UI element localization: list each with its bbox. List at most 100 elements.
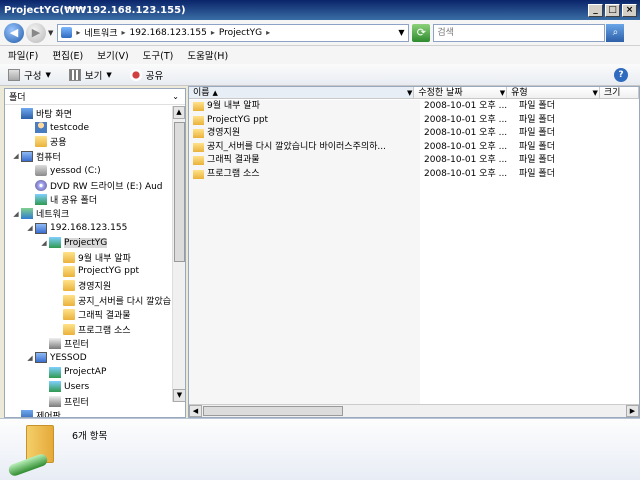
tree-item[interactable]: 공용 [5, 135, 173, 149]
tree-item[interactable]: 공지_서버를 다시 깔았습 [5, 293, 173, 307]
tree-item[interactable]: yessod (C:) [5, 164, 173, 178]
file-name-cell: 공지_서버를 다시 깔았습니다 바이러스주의하... [189, 141, 420, 155]
shared-folder-icon [49, 237, 61, 249]
breadcrumb-network[interactable]: 네트워크 [84, 26, 117, 39]
folders-label: 폴더 [9, 93, 26, 103]
close-button[interactable]: × [622, 3, 637, 17]
tree-item[interactable]: 프로그램 소스 [5, 322, 173, 336]
breadcrumb-chevron-icon[interactable]: ▸ [211, 28, 215, 37]
column-type[interactable]: 유형 ▼ [507, 87, 600, 98]
tree-item[interactable]: 프린터 [5, 394, 173, 408]
breadcrumb-folder[interactable]: ProjectYG [219, 28, 262, 38]
nav-vertical-scrollbar[interactable]: ▲ ▼ [172, 106, 185, 402]
tree-item[interactable]: Users [5, 379, 173, 393]
file-row[interactable]: 9월 내부 알파 2008-10-01 오후 ... 파일 폴더 [189, 100, 639, 114]
history-dropdown-icon[interactable]: ▼ [48, 29, 53, 37]
menu-edit[interactable]: 편집(E) [52, 48, 83, 62]
menu-tools[interactable]: 도구(T) [143, 48, 174, 62]
maximize-button[interactable]: □ [605, 3, 620, 17]
breadcrumb-chevron-icon[interactable]: ▸ [76, 28, 80, 37]
expand-arrow-icon[interactable]: ◢ [11, 152, 21, 160]
computer-icon [35, 222, 47, 234]
column-date[interactable]: 수정한 날짜 ▼ [414, 87, 508, 98]
scroll-up-icon[interactable]: ▲ [173, 106, 185, 119]
details-pane: 6개 항목 [0, 418, 640, 480]
expand-arrow-icon[interactable]: ◢ [39, 239, 49, 247]
file-row[interactable]: 그래픽 결과물 2008-10-01 오후 ... 파일 폴더 [189, 154, 639, 168]
tree-item-label: 프린터 [64, 397, 89, 408]
views-button[interactable]: 보기 ▼ [68, 68, 112, 82]
back-button[interactable]: ◀ [4, 22, 24, 43]
column-size[interactable]: 크기 [600, 87, 639, 98]
tree-item[interactable]: 9월 내부 알파 [5, 250, 173, 264]
chevron-down-icon[interactable]: ⌄ [172, 92, 179, 101]
expand-arrow-icon[interactable]: ◢ [25, 354, 35, 362]
refresh-button[interactable]: ⟳ [412, 23, 431, 42]
tree-item[interactable]: ◢ 192.168.123.155 [5, 221, 173, 235]
file-row[interactable]: 공지_서버를 다시 깔았습니다 바이러스주의하... 2008-10-01 오후 … [189, 141, 639, 155]
share-button[interactable]: 공유 [129, 68, 163, 82]
tree-item-label: 컴퓨터 [36, 152, 61, 163]
tree-item[interactable]: 제어판 [5, 408, 173, 417]
expand-arrow-icon[interactable]: ◢ [11, 210, 21, 218]
forward-button[interactable]: ▶ [26, 22, 46, 43]
tree-item[interactable]: ◢ ProjectYG [5, 236, 173, 250]
scroll-thumb[interactable] [203, 406, 343, 416]
folders-header[interactable]: 폴더 ⌄ [5, 89, 185, 105]
tree-item[interactable]: 바탕 화면 [5, 106, 173, 120]
tree-item-label: YESSOD [50, 352, 87, 363]
tree-item[interactable]: 경영지원 [5, 279, 173, 293]
scroll-left-icon[interactable]: ◀ [189, 405, 202, 417]
list-horizontal-scrollbar[interactable]: ◀ ▶ [189, 404, 639, 417]
file-date: 2008-10-01 오후 ... [424, 114, 508, 125]
tree-item[interactable]: ProjectAP [5, 365, 173, 379]
address-bar[interactable]: ▸ 네트워크 ▸ 192.168.123.155 ▸ ProjectYG ▸ ▼ [57, 23, 410, 42]
scroll-down-icon[interactable]: ▼ [173, 389, 185, 402]
folder-icon [63, 280, 75, 292]
tree-item[interactable]: ◢ 컴퓨터 [5, 149, 173, 163]
scroll-thumb[interactable] [174, 122, 185, 262]
organize-icon [8, 68, 20, 81]
breadcrumb-chevron-icon[interactable]: ▸ [266, 28, 270, 37]
tree-item[interactable]: ◢ YESSOD [5, 351, 173, 365]
tree-item[interactable]: 내 공유 폴더 [5, 192, 173, 206]
column-name[interactable]: 이름 ▲ ▼ [189, 87, 415, 98]
file-name: ProjectYG ppt [207, 114, 269, 125]
column-filter-icon[interactable]: ▼ [592, 87, 597, 98]
tree-item[interactable]: 프린터 [5, 336, 173, 350]
menu-file[interactable]: 파일(F) [8, 48, 38, 62]
control-panel-icon [21, 409, 33, 417]
file-row[interactable]: 프로그램 소스 2008-10-01 오후 ... 파일 폴더 [189, 168, 639, 182]
menu-help[interactable]: 도움말(H) [187, 48, 228, 62]
address-dropdown-icon[interactable]: ▼ [394, 28, 408, 37]
tree-item[interactable]: 그래픽 결과물 [5, 307, 173, 321]
file-name-cell: ProjectYG ppt [189, 114, 420, 128]
column-type-label: 유형 [511, 88, 528, 98]
file-row[interactable]: ProjectYG ppt 2008-10-01 오후 ... 파일 폴더 [189, 114, 639, 128]
title-bar[interactable]: ProjectYG(₩₩192.168.123.155) _ □ × [0, 0, 640, 20]
expand-arrow-icon[interactable]: ◢ [25, 224, 35, 232]
tree-item[interactable]: ProjectYG ppt [5, 264, 173, 278]
tree-item-label: ProjectYG ppt [78, 266, 140, 277]
column-filter-icon[interactable]: ▼ [407, 87, 412, 98]
search-input[interactable]: 검색 [433, 23, 606, 42]
scroll-right-icon[interactable]: ▶ [626, 405, 639, 417]
help-icon[interactable]: ? [614, 68, 628, 82]
organize-button[interactable]: 구성 ▼ [8, 68, 51, 82]
tree-item-label: testcode [50, 122, 89, 133]
menu-view[interactable]: 보기(V) [97, 48, 128, 62]
minimize-button[interactable]: _ [588, 3, 603, 17]
file-row[interactable]: 경영지원 2008-10-01 오후 ... 파일 폴더 [189, 127, 639, 141]
file-rows: 9월 내부 알파 2008-10-01 오후 ... 파일 폴더 ProjectYG … [189, 100, 639, 182]
column-headers: 이름 ▲ ▼ 수정한 날짜 ▼ 유형 ▼ 크기 [189, 87, 639, 99]
breadcrumb-chevron-icon[interactable]: ▸ [122, 28, 126, 37]
tree-item[interactable]: DVD RW 드라이브 (E:) Aud [5, 178, 173, 192]
breadcrumb-host[interactable]: 192.168.123.155 [130, 28, 207, 38]
tree-item[interactable]: testcode [5, 120, 173, 134]
tree-item-label: 네트워크 [36, 210, 70, 221]
views-icon [68, 68, 81, 81]
folder-icon [63, 309, 75, 321]
tree-item[interactable]: ◢ 네트워크 [5, 207, 173, 221]
search-icon[interactable]: ⌕ [606, 23, 625, 42]
column-filter-icon[interactable]: ▼ [500, 87, 505, 98]
